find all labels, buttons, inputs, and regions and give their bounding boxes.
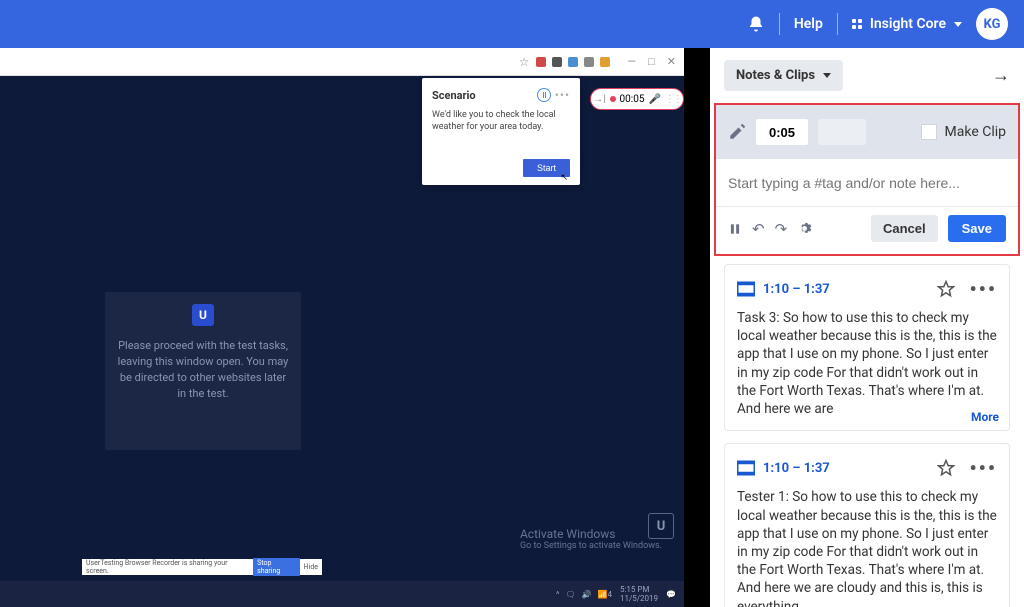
- share-text: UserTesting Browser Recorder is sharing …: [86, 559, 249, 575]
- collapse-icon: →|: [593, 94, 605, 105]
- bell-icon[interactable]: [747, 15, 765, 33]
- user-avatar[interactable]: KG: [976, 8, 1008, 40]
- more-icon[interactable]: •••: [969, 277, 997, 301]
- app-switcher[interactable]: Insight Core: [852, 16, 962, 32]
- caret-down-icon: [823, 73, 831, 78]
- top-bar: Help Insight Core KG: [0, 0, 1024, 48]
- app-name: Insight Core: [870, 16, 946, 32]
- recording-badge[interactable]: →| 00:05 🎤 ⋮⋮: [590, 88, 684, 110]
- notes-tab-label: Notes & Clips: [736, 68, 815, 83]
- sidebar: Notes & Clips → Make Clip ↶ ↷: [710, 48, 1024, 607]
- note-body: Tester 1: So how to use this to check my…: [737, 488, 997, 607]
- browser-chrome: ☆ —□✕: [0, 48, 684, 76]
- screen-share-bar: UserTesting Browser Recorder is sharing …: [82, 559, 322, 575]
- save-button[interactable]: Save: [948, 215, 1006, 242]
- popup-title: Scenario: [432, 89, 476, 102]
- skip-forward-icon[interactable]: ↷: [775, 220, 788, 238]
- more-icon[interactable]: •••: [555, 88, 570, 102]
- compose-icon: [728, 123, 746, 141]
- collapse-panel-icon[interactable]: →: [992, 65, 1010, 86]
- note-editor: Make Clip ↶ ↷ Cancel Save: [714, 103, 1020, 256]
- make-clip-label: Make Clip: [945, 124, 1006, 140]
- popup-body: We'd like you to check the local weather…: [432, 110, 570, 133]
- stop-sharing-button[interactable]: Stop sharing: [253, 558, 300, 576]
- instruction-card: U Please proceed with the test tasks, le…: [105, 292, 301, 450]
- notes-tab[interactable]: Notes & Clips: [724, 60, 843, 91]
- gear-icon[interactable]: [797, 221, 812, 236]
- mic-icon: 🎤: [648, 94, 660, 105]
- skip-back-icon[interactable]: ↶: [752, 220, 765, 238]
- activate-windows: Activate Windows Go to Settings to activ…: [520, 527, 662, 551]
- caret-down-icon: [954, 22, 962, 27]
- clip-icon: [737, 460, 755, 476]
- taskbar-clock: 5:15 PM 11/5/2019: [620, 585, 658, 603]
- pause-icon[interactable]: [728, 222, 742, 236]
- divider: [779, 13, 780, 35]
- window-controls: —□✕: [628, 55, 676, 68]
- star-icon: ☆: [519, 55, 530, 69]
- hide-button[interactable]: Hide: [304, 563, 318, 571]
- activate-subtitle: Go to Settings to activate Windows.: [520, 541, 662, 551]
- note-body: Task 3: So how to use this to check my l…: [737, 309, 997, 418]
- note-card[interactable]: 1:10 – 1:37 ••• Task 3: So how to use th…: [724, 264, 1010, 431]
- start-time-input[interactable]: [756, 119, 808, 145]
- star-icon[interactable]: [937, 280, 955, 298]
- notes-list: 1:10 – 1:37 ••• Task 3: So how to use th…: [710, 264, 1024, 607]
- checkbox-icon: [921, 124, 937, 140]
- clip-icon: [737, 281, 755, 297]
- usertesting-logo-icon: U: [192, 304, 214, 326]
- recording-time: 00:05: [620, 94, 645, 105]
- instruction-text: Please proceed with the test tasks, leav…: [117, 338, 289, 402]
- windows-taskbar: ^🗨🔊📶4 5:15 PM 11/5/2019 💬: [0, 581, 684, 607]
- apps-icon: [852, 19, 862, 29]
- activate-title: Activate Windows: [520, 527, 662, 541]
- more-link[interactable]: More: [971, 410, 999, 424]
- extension-icons: [536, 57, 610, 67]
- note-card[interactable]: 1:10 – 1:37 ••• Tester 1: So how to use …: [724, 443, 1010, 607]
- pause-icon[interactable]: [537, 88, 551, 102]
- more-icon[interactable]: •••: [969, 456, 997, 480]
- drag-grip-icon: ⋮⋮: [665, 94, 681, 105]
- start-button[interactable]: Start: [523, 159, 570, 177]
- note-timestamp[interactable]: 1:10 – 1:37: [763, 461, 830, 476]
- note-timestamp[interactable]: 1:10 – 1:37: [763, 282, 830, 297]
- note-text-input[interactable]: [728, 175, 1006, 191]
- cancel-button[interactable]: Cancel: [871, 215, 938, 242]
- help-link[interactable]: Help: [794, 16, 823, 32]
- system-tray: ^🗨🔊📶4: [556, 590, 612, 599]
- end-time-input[interactable]: [818, 119, 866, 145]
- star-icon[interactable]: [937, 459, 955, 477]
- video-letterbox: [684, 48, 710, 607]
- scenario-popup: Scenario ••• We'd like you to check the …: [422, 78, 580, 185]
- divider: [837, 13, 838, 35]
- record-dot-icon: [610, 96, 616, 102]
- video-pane: ☆ —□✕ →| 00:05 🎤 ⋮⋮ Scenario ••: [0, 48, 710, 607]
- make-clip-toggle[interactable]: Make Clip: [921, 124, 1006, 140]
